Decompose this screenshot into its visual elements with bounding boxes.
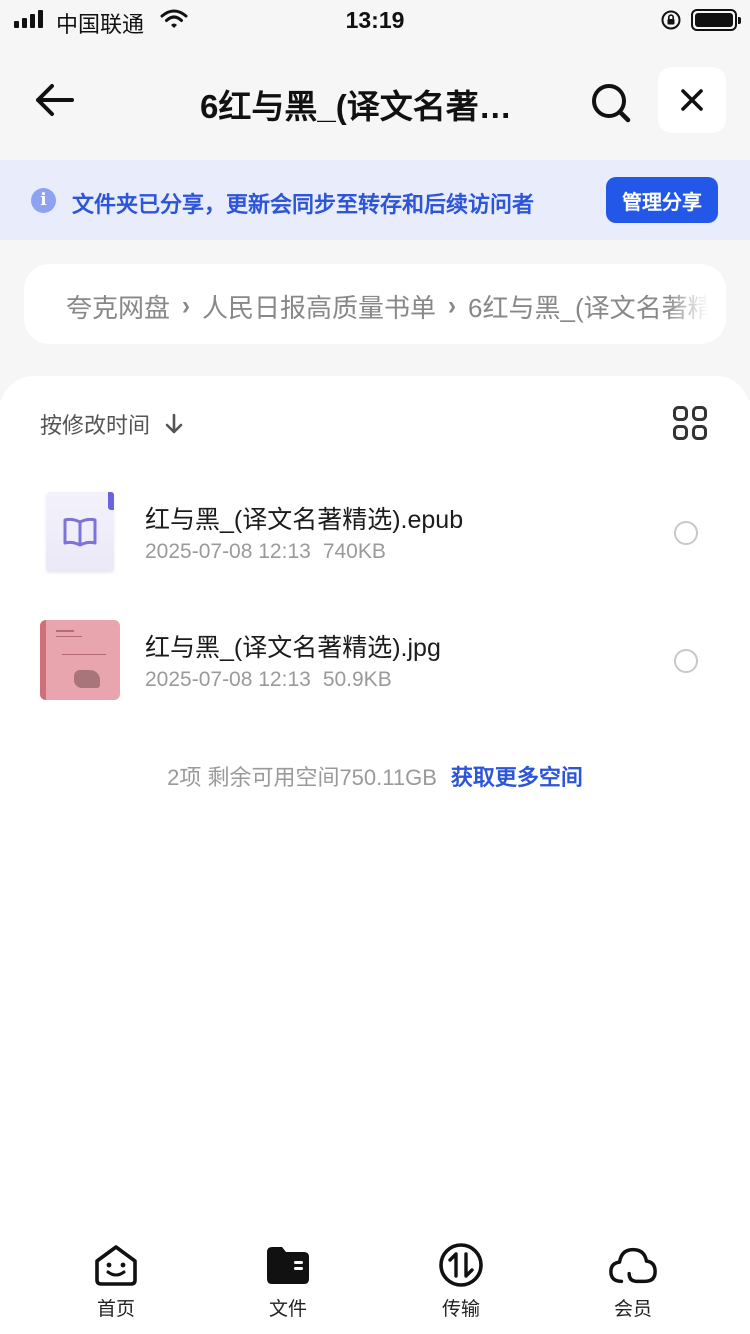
manage-share-button[interactable]: 管理分享 bbox=[606, 177, 718, 223]
book-cover-image bbox=[40, 620, 120, 700]
rotation-lock-icon bbox=[661, 10, 681, 30]
file-name: 红与黑_(译文名著精选).jpg bbox=[145, 634, 441, 662]
nav-bar: 6红与黑_(译文名著精选) bbox=[0, 60, 750, 140]
epub-book-icon bbox=[63, 517, 97, 547]
document-icon bbox=[46, 492, 114, 572]
search-button[interactable] bbox=[586, 78, 636, 128]
battery-icon bbox=[691, 9, 741, 31]
smile-house-icon bbox=[95, 1245, 137, 1286]
select-checkbox[interactable] bbox=[674, 521, 698, 545]
sort-label: 按修改时间 bbox=[40, 413, 151, 438]
share-banner-text: 文件夹已分享，更新会同步至转存和后续访问者 bbox=[72, 192, 535, 217]
sort-button[interactable]: 按修改时间 bbox=[40, 408, 184, 440]
get-more-space-link[interactable]: 获取更多空间 bbox=[451, 765, 583, 790]
folder-icon bbox=[267, 1247, 309, 1284]
page-title: 6红与黑_(译文名著精选) bbox=[200, 88, 540, 125]
breadcrumb-item-root[interactable]: 夸克网盘 bbox=[66, 288, 170, 325]
tab-files-label: 文件 bbox=[268, 1299, 307, 1320]
tab-transfer[interactable]: 传输 bbox=[401, 1240, 521, 1330]
storage-summary: 2项 剩余可用空间750.11GB bbox=[167, 765, 437, 790]
file-meta: 2025-07-08 12:13 50.9KB bbox=[145, 668, 392, 692]
file-row[interactable]: 红与黑_(译文名著精选).epub 2025-07-08 12:13 740KB bbox=[0, 472, 750, 592]
file-row[interactable]: 红与黑_(译文名著精选).jpg 2025-07-08 12:13 50.9KB bbox=[0, 600, 750, 720]
grid-view-icon[interactable] bbox=[672, 405, 708, 441]
tab-home-label: 首页 bbox=[96, 1299, 135, 1320]
tab-transfer-label: 传输 bbox=[441, 1299, 480, 1320]
file-thumbnail bbox=[40, 492, 120, 572]
tab-membership-label: 会员 bbox=[613, 1299, 652, 1320]
breadcrumb-chevron-icon: › bbox=[182, 291, 191, 321]
close-button[interactable] bbox=[658, 67, 726, 133]
file-name: 红与黑_(译文名著精选).epub bbox=[145, 506, 464, 534]
transfer-icon bbox=[439, 1243, 483, 1287]
tab-files[interactable]: 文件 bbox=[228, 1240, 348, 1330]
breadcrumb-chevron-icon: › bbox=[448, 291, 457, 321]
storage-info: 2项 剩余可用空间750.11GB 获取更多空间 bbox=[0, 760, 750, 792]
back-button[interactable] bbox=[28, 78, 80, 122]
file-meta: 2025-07-08 12:13 740KB bbox=[145, 540, 386, 564]
breadcrumb: 夸克网盘 › 人民日报高质量书单 › 6红与黑_(译文名著精选) bbox=[24, 264, 726, 344]
file-size: 50.9KB bbox=[322, 668, 392, 691]
tab-bar: 首页 文件 传输 会员 bbox=[0, 1232, 750, 1334]
status-bar: 中国联通 13:19 bbox=[0, 0, 750, 40]
cloud-icon bbox=[609, 1247, 657, 1284]
tab-membership[interactable]: 会员 bbox=[573, 1240, 693, 1330]
file-thumbnail bbox=[40, 620, 120, 700]
tab-home[interactable]: 首页 bbox=[56, 1240, 176, 1330]
close-icon bbox=[681, 89, 703, 111]
breadcrumb-fade bbox=[666, 264, 726, 344]
back-arrow-icon bbox=[36, 84, 74, 116]
search-icon bbox=[592, 84, 631, 123]
file-date: 2025-07-08 12:13 bbox=[145, 668, 311, 691]
status-time: 13:19 bbox=[345, 7, 405, 33]
breadcrumb-item-parent[interactable]: 人民日报高质量书单 bbox=[202, 288, 436, 325]
file-size: 740KB bbox=[322, 540, 386, 563]
file-date: 2025-07-08 12:13 bbox=[145, 540, 311, 563]
select-checkbox[interactable] bbox=[674, 649, 698, 673]
info-icon: i bbox=[31, 188, 56, 213]
arrow-down-icon bbox=[165, 413, 183, 434]
